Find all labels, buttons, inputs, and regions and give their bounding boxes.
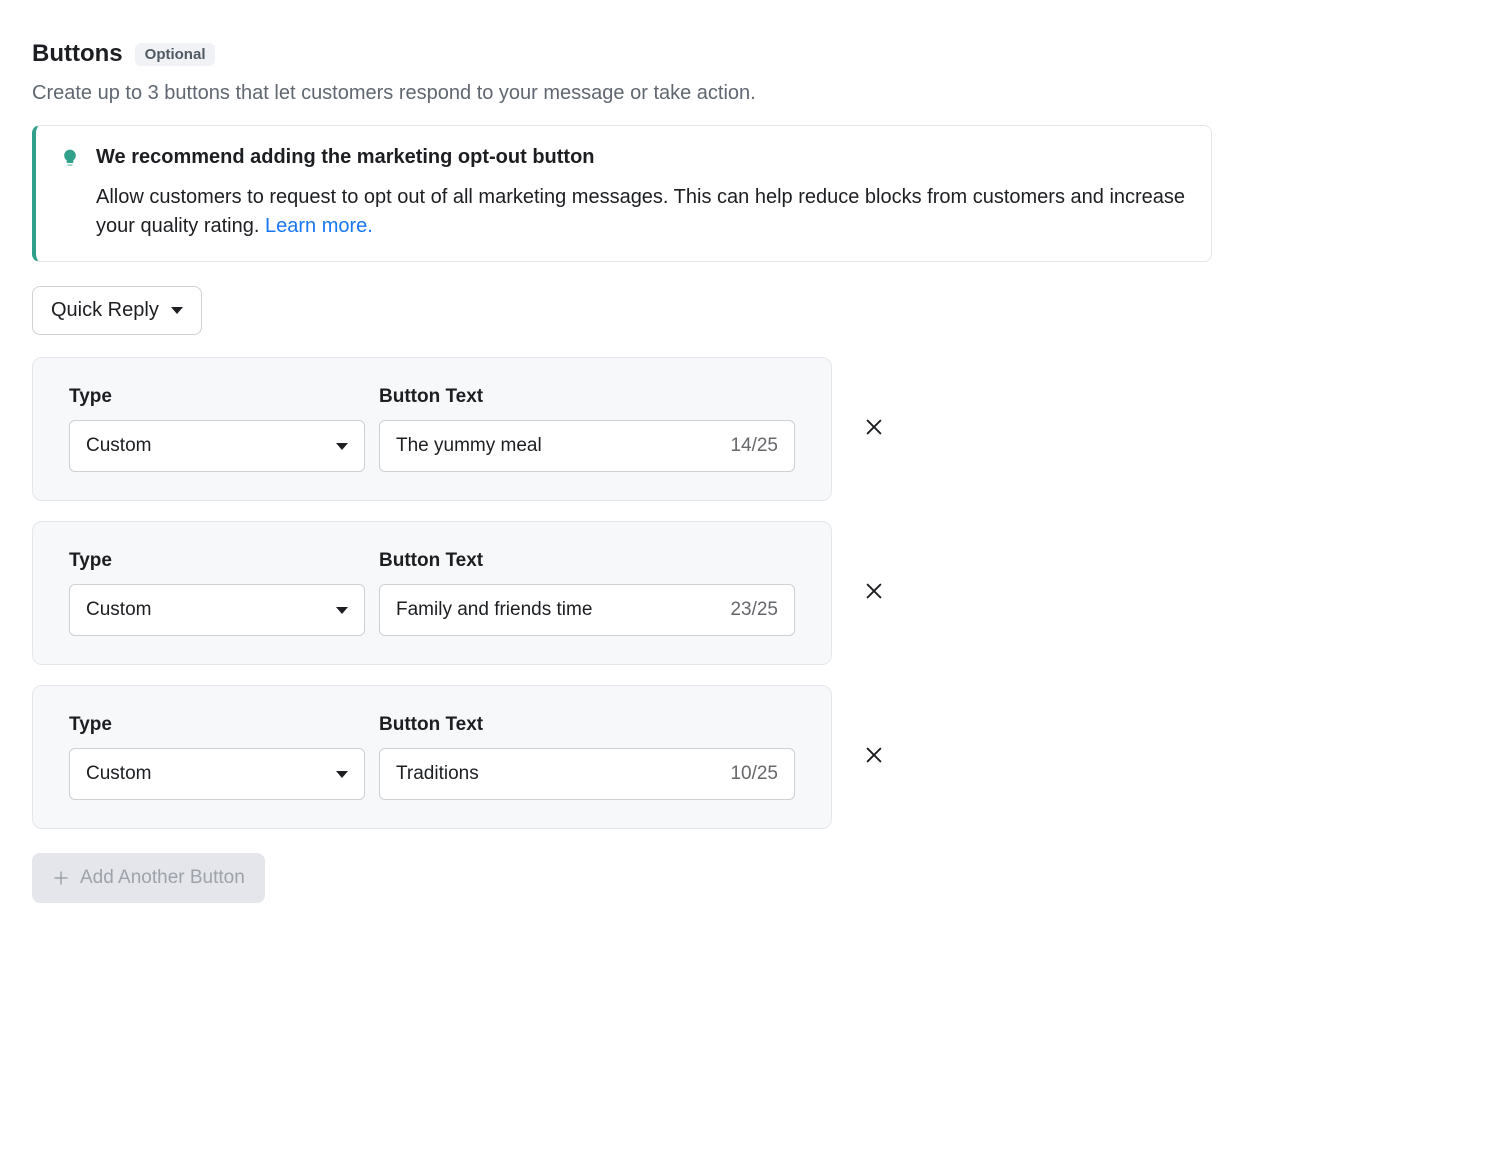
type-select[interactable]: Custom [69,584,365,636]
type-value: Custom [86,435,151,457]
text-input-wrap: 10/25 [379,748,795,800]
type-value: Custom [86,599,151,621]
text-column: Button Text 14/25 [379,386,795,472]
type-select[interactable]: Custom [69,748,365,800]
type-label: Type [69,714,365,736]
tip-text: Allow customers to request to opt out of… [96,183,1187,241]
add-another-button[interactable]: Add Another Button [32,853,265,903]
text-column: Button Text 10/25 [379,714,795,800]
button-card: Type Custom Button Text 10/25 [32,685,832,829]
close-icon [863,744,885,771]
button-row: Type Custom Button Text 23/25 [32,521,1212,665]
caret-down-icon [336,771,348,778]
text-label: Button Text [379,714,795,736]
tip-card: We recommend adding the marketing opt-ou… [32,125,1212,262]
close-icon [863,416,885,443]
button-card: Type Custom Button Text 14/25 [32,357,832,501]
remove-button[interactable] [860,743,888,771]
type-label: Type [69,550,365,572]
tip-body: We recommend adding the marketing opt-ou… [96,146,1187,241]
section-description: Create up to 3 buttons that let customer… [32,82,1212,105]
close-icon [863,580,885,607]
text-label: Button Text [379,550,795,572]
remove-button[interactable] [860,579,888,607]
remove-button[interactable] [860,415,888,443]
button-card: Type Custom Button Text 23/25 [32,521,832,665]
type-label: Type [69,386,365,408]
type-column: Type Custom [69,550,365,636]
type-column: Type Custom [69,386,365,472]
buttons-section: Buttons Optional Create up to 3 buttons … [32,40,1212,903]
section-header: Buttons Optional [32,40,1212,68]
button-row: Type Custom Button Text 14/25 [32,357,1212,501]
button-row: Type Custom Button Text 10/25 [32,685,1212,829]
caret-down-icon [171,307,183,314]
lightbulb-icon [60,148,80,168]
char-count: 10/25 [730,763,778,785]
optional-badge: Optional [135,43,216,66]
button-text-input[interactable] [396,599,720,621]
char-count: 14/25 [730,435,778,457]
text-input-wrap: 23/25 [379,584,795,636]
button-type-dropdown[interactable]: Quick Reply [32,286,202,335]
button-type-label: Quick Reply [51,299,159,322]
learn-more-link[interactable]: Learn more. [265,215,373,237]
type-select[interactable]: Custom [69,420,365,472]
type-column: Type Custom [69,714,365,800]
button-text-input[interactable] [396,763,720,785]
text-column: Button Text 23/25 [379,550,795,636]
add-button-label: Add Another Button [80,867,245,889]
char-count: 23/25 [730,599,778,621]
plus-icon [52,869,70,887]
caret-down-icon [336,607,348,614]
tip-text-content: Allow customers to request to opt out of… [96,186,1185,237]
text-label: Button Text [379,386,795,408]
section-title: Buttons [32,40,123,68]
type-value: Custom [86,763,151,785]
caret-down-icon [336,443,348,450]
text-input-wrap: 14/25 [379,420,795,472]
button-text-input[interactable] [396,435,720,457]
tip-title: We recommend adding the marketing opt-ou… [96,146,1187,169]
